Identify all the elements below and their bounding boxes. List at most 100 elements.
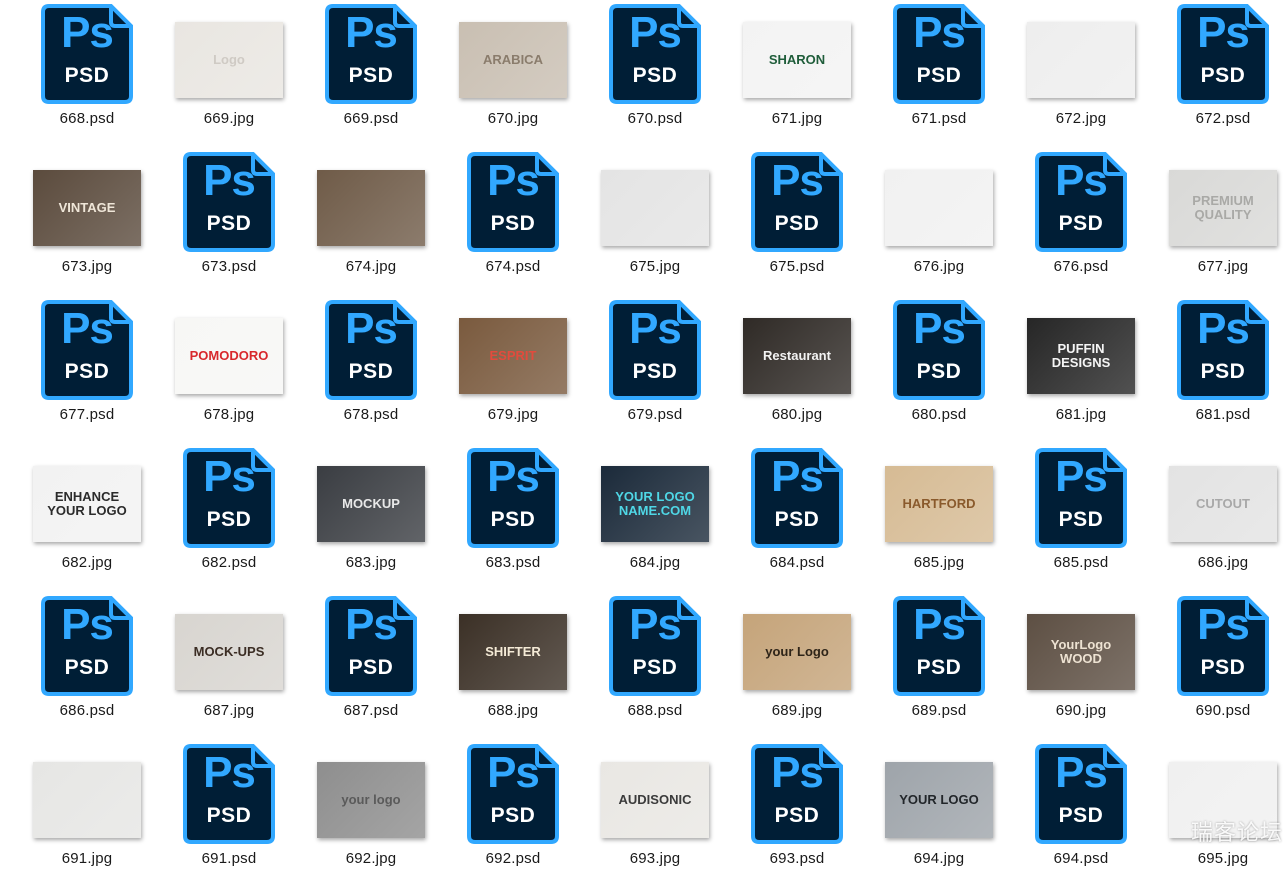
- file-name-label: 670.psd: [627, 110, 683, 127]
- psd-file-icon: Ps PSD: [16, 296, 158, 404]
- file-item[interactable]: 676.jpg: [868, 148, 1010, 296]
- psd-file-icon: Ps PSD: [726, 148, 868, 256]
- photoshop-icon: Ps PSD: [41, 4, 133, 104]
- file-item[interactable]: AUDISONIC 693.jpg: [584, 740, 726, 888]
- file-item[interactable]: YOUR LOGO 694.jpg: [868, 740, 1010, 888]
- file-item[interactable]: PUFFIN DESIGNS 681.jpg: [1010, 296, 1152, 444]
- file-name-label: 673.jpg: [61, 258, 113, 275]
- psd-label: PSD: [1058, 804, 1104, 827]
- file-item[interactable]: 695.jpg: [1152, 740, 1287, 888]
- ps-label: Ps: [487, 156, 540, 205]
- photoshop-icon: Ps PSD: [751, 448, 843, 548]
- file-item[interactable]: Ps PSD 678.psd: [300, 296, 442, 444]
- file-item[interactable]: MOCK-UPS 687.jpg: [158, 592, 300, 740]
- file-item[interactable]: Ps PSD 683.psd: [442, 444, 584, 592]
- file-item[interactable]: PREMIUM QUALITY 677.jpg: [1152, 148, 1287, 296]
- file-item[interactable]: ARABICA 670.jpg: [442, 0, 584, 148]
- file-item[interactable]: SHIFTER 688.jpg: [442, 592, 584, 740]
- file-item[interactable]: Ps PSD 693.psd: [726, 740, 868, 888]
- file-item[interactable]: VINTAGE 673.jpg: [16, 148, 158, 296]
- psd-label: PSD: [206, 508, 252, 531]
- file-item[interactable]: Ps PSD 676.psd: [1010, 148, 1152, 296]
- file-item[interactable]: your logo 692.jpg: [300, 740, 442, 888]
- file-item[interactable]: SHARON 671.jpg: [726, 0, 868, 148]
- ps-label: Ps: [1197, 8, 1250, 57]
- file-item[interactable]: YourLogo WOOD 690.jpg: [1010, 592, 1152, 740]
- photoshop-icon: Ps PSD: [325, 596, 417, 696]
- image-thumbnail: ARABICA: [459, 22, 567, 98]
- file-name-label: 687.psd: [343, 702, 399, 719]
- file-name-label: 677.jpg: [1197, 258, 1249, 275]
- image-thumbnail-box: [16, 740, 158, 848]
- file-item[interactable]: ENHANCE YOUR LOGO 682.jpg: [16, 444, 158, 592]
- psd-label: PSD: [916, 64, 962, 87]
- file-item[interactable]: 691.jpg: [16, 740, 158, 888]
- file-item[interactable]: Ps PSD 668.psd: [16, 0, 158, 148]
- file-item[interactable]: Ps PSD 685.psd: [1010, 444, 1152, 592]
- image-thumbnail-box: [584, 148, 726, 256]
- file-item[interactable]: Ps PSD 694.psd: [1010, 740, 1152, 888]
- file-item[interactable]: Ps PSD 671.psd: [868, 0, 1010, 148]
- image-thumbnail-box: PUFFIN DESIGNS: [1010, 296, 1152, 404]
- file-item[interactable]: Ps PSD 675.psd: [726, 148, 868, 296]
- image-thumbnail-box: ENHANCE YOUR LOGO: [16, 444, 158, 552]
- image-thumbnail-box: your logo: [300, 740, 442, 848]
- file-item[interactable]: Ps PSD 682.psd: [158, 444, 300, 592]
- file-item[interactable]: Ps PSD 684.psd: [726, 444, 868, 592]
- image-thumbnail: Logo: [175, 22, 283, 98]
- file-item[interactable]: Ps PSD 681.psd: [1152, 296, 1287, 444]
- file-item[interactable]: HARTFORD 685.jpg: [868, 444, 1010, 592]
- psd-file-icon: Ps PSD: [442, 444, 584, 552]
- file-item[interactable]: 675.jpg: [584, 148, 726, 296]
- image-thumbnail: [1027, 22, 1135, 98]
- psd-label: PSD: [632, 360, 678, 383]
- ps-label: Ps: [345, 600, 398, 649]
- file-name-label: 693.psd: [769, 850, 825, 867]
- image-thumbnail-box: MOCKUP: [300, 444, 442, 552]
- file-item[interactable]: Ps PSD 669.psd: [300, 0, 442, 148]
- file-name-label: 670.jpg: [487, 110, 539, 127]
- file-item[interactable]: Ps PSD 680.psd: [868, 296, 1010, 444]
- ps-label: Ps: [487, 748, 540, 797]
- file-item[interactable]: Ps PSD 688.psd: [584, 592, 726, 740]
- image-thumbnail-box: VINTAGE: [16, 148, 158, 256]
- file-name-label: 682.psd: [201, 554, 257, 571]
- ps-label: Ps: [771, 748, 824, 797]
- file-item[interactable]: Logo 669.jpg: [158, 0, 300, 148]
- file-item[interactable]: Ps PSD 673.psd: [158, 148, 300, 296]
- ps-label: Ps: [1055, 452, 1108, 501]
- file-item[interactable]: ESPRIT 679.jpg: [442, 296, 584, 444]
- psd-file-icon: Ps PSD: [1010, 148, 1152, 256]
- file-item[interactable]: 672.jpg: [1010, 0, 1152, 148]
- file-item[interactable]: Ps PSD 687.psd: [300, 592, 442, 740]
- file-name-label: 684.jpg: [629, 554, 681, 571]
- file-item[interactable]: Ps PSD 679.psd: [584, 296, 726, 444]
- thumbnail-logo-text: PUFFIN DESIGNS: [1051, 341, 1111, 370]
- image-thumbnail-box: ARABICA: [442, 0, 584, 108]
- photoshop-icon: Ps PSD: [325, 4, 417, 104]
- file-item[interactable]: 674.jpg: [300, 148, 442, 296]
- file-item[interactable]: Ps PSD 691.psd: [158, 740, 300, 888]
- file-item[interactable]: Ps PSD 672.psd: [1152, 0, 1287, 148]
- file-item[interactable]: Ps PSD 690.psd: [1152, 592, 1287, 740]
- file-name-label: 694.jpg: [913, 850, 965, 867]
- file-name-label: 692.psd: [485, 850, 541, 867]
- file-item[interactable]: your Logo 689.jpg: [726, 592, 868, 740]
- file-item[interactable]: POMODORO 678.jpg: [158, 296, 300, 444]
- file-item[interactable]: CUTOUT 686.jpg: [1152, 444, 1287, 592]
- file-name-label: 692.jpg: [345, 850, 397, 867]
- file-item[interactable]: Ps PSD 674.psd: [442, 148, 584, 296]
- file-item[interactable]: Ps PSD 677.psd: [16, 296, 158, 444]
- file-item[interactable]: MOCKUP 683.jpg: [300, 444, 442, 592]
- psd-label: PSD: [916, 656, 962, 679]
- file-item[interactable]: Ps PSD 670.psd: [584, 0, 726, 148]
- thumbnail-logo-text: Restaurant: [763, 348, 831, 364]
- file-item[interactable]: Ps PSD 686.psd: [16, 592, 158, 740]
- file-item[interactable]: Ps PSD 689.psd: [868, 592, 1010, 740]
- psd-label: PSD: [1200, 656, 1246, 679]
- file-item[interactable]: Ps PSD 692.psd: [442, 740, 584, 888]
- file-item[interactable]: YOUR LOGO NAME.COM 684.jpg: [584, 444, 726, 592]
- file-item[interactable]: Restaurant 680.jpg: [726, 296, 868, 444]
- image-thumbnail: PUFFIN DESIGNS: [1027, 318, 1135, 394]
- image-thumbnail: SHARON: [743, 22, 851, 98]
